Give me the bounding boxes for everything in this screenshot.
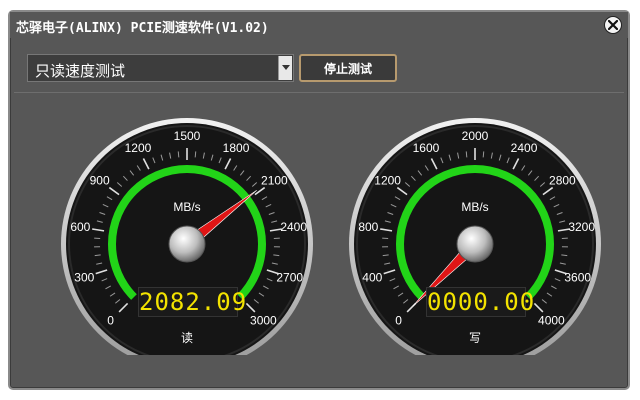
test-mode-value: 只读速度测试 — [35, 62, 126, 80]
write-speed-gauge: 0 400 800 1200 1600 2000 2400 2800 3200 3600 4000 M… — [344, 93, 606, 370]
tick-label: 2000 — [462, 129, 489, 143]
read-speed-display: 2082.09 — [138, 287, 248, 317]
needle-hub — [168, 225, 206, 263]
dropdown-arrow-button[interactable] — [278, 56, 292, 80]
tick-label: 1200 — [374, 174, 401, 188]
tick-label: 3600 — [564, 270, 591, 284]
tick-label: 2700 — [276, 270, 303, 284]
tick-label: 0 — [107, 313, 114, 327]
tick-label: 600 — [70, 220, 90, 234]
tick-label: 900 — [90, 174, 110, 188]
tick-label: 3000 — [250, 313, 277, 327]
unit-label: MB/s — [173, 200, 200, 214]
minor-tick — [482, 151, 485, 158]
title-bar[interactable]: 芯驿电子(ALINX) PCIE测速软件(V1.02) — [10, 12, 628, 38]
stop-test-button[interactable]: 停止测试 — [299, 54, 397, 82]
tick-label: 800 — [358, 220, 378, 234]
read-label: 读 — [180, 331, 193, 345]
close-button[interactable] — [604, 16, 622, 34]
tick-label: 2400 — [280, 220, 307, 234]
close-icon — [608, 20, 618, 30]
app-window: 芯驿电子(ALINX) PCIE测速软件(V1.02) 只读速度测试 停止测试 … — [8, 10, 630, 390]
needle-hub — [456, 225, 494, 263]
tick-label: 400 — [362, 270, 382, 284]
write-label: 写 — [468, 331, 481, 345]
tick-label: 1600 — [413, 141, 440, 155]
minor-tick — [465, 151, 468, 158]
tick-label: 2100 — [261, 174, 288, 188]
tick-label: 2800 — [549, 174, 576, 188]
test-mode-select[interactable]: 只读速度测试 — [27, 54, 294, 82]
unit-label: MB/s — [461, 200, 488, 214]
chevron-down-icon — [281, 65, 290, 70]
tick-label: 1500 — [174, 129, 201, 143]
gauge-panel: 0 300 600 900 1200 1500 1800 2100 2400 2700 3000 MB… — [14, 93, 624, 384]
window-title: 芯驿电子(ALINX) PCIE测速软件(V1.02) — [16, 21, 269, 36]
tick-label: 0 — [395, 313, 402, 327]
minor-tick — [194, 151, 197, 158]
tick-label: 3200 — [568, 220, 595, 234]
write-speed-display: 0000.00 — [426, 287, 536, 317]
tick-label: 300 — [74, 270, 94, 284]
tick-label: 1800 — [223, 141, 250, 155]
read-speed-gauge: 0 300 600 900 1200 1500 1800 2100 2400 2700 3000 MB… — [56, 93, 318, 370]
tick-label: 4000 — [538, 313, 565, 327]
tick-label: 2400 — [511, 141, 538, 155]
tick-label: 1200 — [125, 141, 152, 155]
minor-tick — [177, 151, 180, 158]
